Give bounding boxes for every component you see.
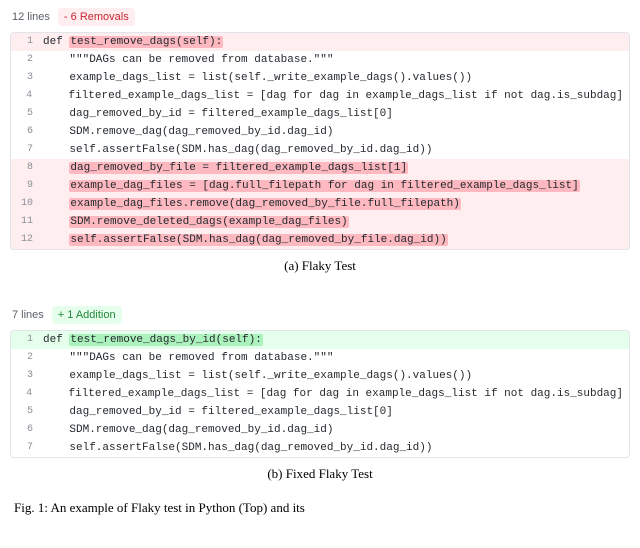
code-line: 3 example_dags_list = list(self._write_e… (11, 367, 629, 385)
diff-meta-b: 7 lines + 1 Addition (10, 304, 630, 330)
line-number: 1 (11, 33, 39, 51)
line-number: 4 (11, 87, 38, 105)
code-line: 5 dag_removed_by_id = filtered_example_d… (11, 403, 629, 421)
code-text: """DAGs can be removed from database.""" (39, 51, 629, 69)
code-line: 2 """DAGs can be removed from database."… (11, 51, 629, 69)
code-line: 12 self.assertFalse(SDM.has_dag(dag_remo… (11, 231, 629, 249)
code-text: filtered_example_dags_list = [dag for da… (38, 87, 629, 105)
code-text: dag_removed_by_id = filtered_example_dag… (39, 403, 629, 421)
figure-caption: Fig. 1: An example of Flaky test in Pyth… (10, 500, 630, 516)
line-number: 5 (11, 105, 39, 123)
code-line: 1def test_remove_dags(self): (11, 33, 629, 51)
code-line: 6 SDM.remove_dag(dag_removed_by_id.dag_i… (11, 123, 629, 141)
subcaption-a: (a) Flaky Test (10, 258, 630, 274)
line-count-a: 12 lines (12, 11, 50, 23)
code-line: 4 filtered_example_dags_list = [dag for … (11, 87, 629, 105)
code-line: 4 filtered_example_dags_list = [dag for … (11, 385, 629, 403)
code-line: 3 example_dags_list = list(self._write_e… (11, 69, 629, 87)
diff-meta-a: 12 lines - 6 Removals (10, 6, 630, 32)
code-text: self.assertFalse(SDM.has_dag(dag_removed… (39, 141, 629, 159)
subcaption-b: (b) Fixed Flaky Test (10, 466, 630, 482)
line-number: 12 (11, 231, 39, 249)
line-number: 11 (11, 213, 39, 231)
code-text: self.assertFalse(SDM.has_dag(dag_removed… (39, 439, 629, 457)
code-line: 2 """DAGs can be removed from database."… (11, 349, 629, 367)
code-text: SDM.remove_dag(dag_removed_by_id.dag_id) (39, 123, 629, 141)
code-text: dag_removed_by_file = filtered_example_d… (39, 159, 629, 177)
line-number: 8 (11, 159, 39, 177)
removals-badge: - 6 Removals (58, 8, 135, 26)
code-line: 10 example_dag_files.remove(dag_removed_… (11, 195, 629, 213)
diff-highlight: dag_removed_by_file = filtered_example_d… (69, 162, 408, 174)
line-number: 3 (11, 69, 39, 87)
line-number: 6 (11, 123, 39, 141)
code-block-fixed: 1def test_remove_dags_by_id(self):2 """D… (10, 330, 630, 458)
line-number: 9 (11, 177, 39, 195)
diff-highlight: test_remove_dags(self): (69, 36, 223, 48)
code-line: 5 dag_removed_by_id = filtered_example_d… (11, 105, 629, 123)
diff-highlight: example_dag_files = [dag.full_filepath f… (69, 180, 579, 192)
diff-highlight: example_dag_files.remove(dag_removed_by_… (69, 198, 460, 210)
code-text: SDM.remove_deleted_dags(example_dag_file… (39, 213, 629, 231)
code-text: dag_removed_by_id = filtered_example_dag… (39, 105, 629, 123)
line-number: 2 (11, 349, 39, 367)
line-number: 10 (11, 195, 39, 213)
line-number: 6 (11, 421, 39, 439)
line-number: 7 (11, 141, 39, 159)
code-text: """DAGs can be removed from database.""" (39, 349, 629, 367)
code-text: filtered_example_dags_list = [dag for da… (38, 385, 629, 403)
code-line: 8 dag_removed_by_file = filtered_example… (11, 159, 629, 177)
additions-badge: + 1 Addition (52, 306, 122, 324)
code-text: def test_remove_dags_by_id(self): (39, 331, 629, 349)
diff-highlight: self.assertFalse(SDM.has_dag(dag_removed… (69, 234, 447, 246)
code-text: SDM.remove_dag(dag_removed_by_id.dag_id) (39, 421, 629, 439)
line-count-b: 7 lines (12, 309, 44, 321)
line-number: 4 (11, 385, 38, 403)
code-text: example_dag_files = [dag.full_filepath f… (39, 177, 629, 195)
diff-highlight: test_remove_dags_by_id(self): (69, 334, 262, 346)
code-line: 7 self.assertFalse(SDM.has_dag(dag_remov… (11, 141, 629, 159)
code-text: example_dag_files.remove(dag_removed_by_… (39, 195, 629, 213)
line-number: 7 (11, 439, 39, 457)
code-text: self.assertFalse(SDM.has_dag(dag_removed… (39, 231, 629, 249)
line-number: 2 (11, 51, 39, 69)
code-text: example_dags_list = list(self._write_exa… (39, 367, 629, 385)
line-number: 3 (11, 367, 39, 385)
code-line: 11 SDM.remove_deleted_dags(example_dag_f… (11, 213, 629, 231)
code-line: 1def test_remove_dags_by_id(self): (11, 331, 629, 349)
code-text: def test_remove_dags(self): (39, 33, 629, 51)
line-number: 1 (11, 331, 39, 349)
line-number: 5 (11, 403, 39, 421)
code-text: example_dags_list = list(self._write_exa… (39, 69, 629, 87)
code-line: 6 SDM.remove_dag(dag_removed_by_id.dag_i… (11, 421, 629, 439)
code-line: 7 self.assertFalse(SDM.has_dag(dag_remov… (11, 439, 629, 457)
code-line: 9 example_dag_files = [dag.full_filepath… (11, 177, 629, 195)
diff-highlight: SDM.remove_deleted_dags(example_dag_file… (69, 216, 348, 228)
code-block-flaky: 1def test_remove_dags(self):2 """DAGs ca… (10, 32, 630, 250)
